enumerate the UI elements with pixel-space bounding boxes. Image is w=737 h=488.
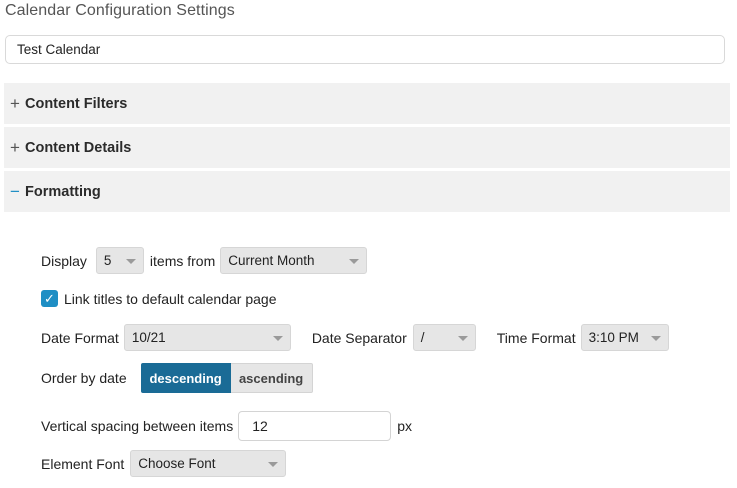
font-label: Element Font [41, 455, 125, 472]
date-separator-label: Date Separator [311, 329, 407, 346]
order-descending-button[interactable]: descending [140, 363, 231, 393]
section-content-details[interactable]: + Content Details [4, 127, 730, 168]
date-format-value: 10/21 [131, 330, 166, 345]
chevron-down-icon [125, 259, 136, 264]
order-row: Order by date descending ascending [41, 363, 313, 393]
display-count-value: 5 [103, 253, 112, 268]
chevron-down-icon [457, 336, 468, 341]
items-from-value: Current Month [228, 253, 315, 268]
items-from-label: items from [149, 252, 216, 269]
section-formatting[interactable]: − Formatting [4, 171, 730, 212]
date-format-label: Date Format [41, 329, 119, 346]
calendar-name-input[interactable] [5, 35, 725, 64]
chevron-down-icon [349, 259, 360, 264]
page-title: Calendar Configuration Settings [5, 2, 235, 19]
link-titles-label: Link titles to default calendar page [64, 290, 277, 307]
checkmark-icon: ✓ [44, 290, 55, 306]
date-separator-value: / [420, 330, 425, 345]
display-label: Display [41, 252, 87, 269]
element-font-select[interactable]: Choose Font [130, 450, 287, 477]
chevron-down-icon [650, 336, 661, 341]
link-titles-checkbox[interactable]: ✓ [41, 290, 58, 307]
display-count-select[interactable]: 5 [95, 247, 144, 274]
expand-plus-icon: + [10, 94, 20, 113]
font-row: Element Font Choose Font [41, 450, 287, 477]
element-font-value: Choose Font [138, 456, 216, 471]
collapse-minus-icon: − [10, 182, 20, 201]
expand-plus-icon: + [10, 138, 20, 157]
date-format-select[interactable]: 10/21 [123, 324, 291, 351]
time-format-value: 3:10 PM [588, 330, 639, 345]
date-separator-select[interactable]: / [412, 324, 476, 351]
chevron-down-icon [268, 462, 279, 467]
time-format-label: Time Format [496, 329, 576, 346]
order-label: Order by date [41, 370, 127, 386]
spacing-input[interactable] [238, 411, 392, 441]
link-titles-row: ✓ Link titles to default calendar page [41, 290, 276, 307]
section-label: Formatting [25, 183, 101, 200]
date-format-row: Date Format 10/21 Date Separator / Time … [41, 324, 669, 351]
section-label: Content Filters [25, 95, 128, 112]
order-ascending-button[interactable]: ascending [230, 363, 313, 393]
order-toggle-group: descending ascending [140, 363, 313, 393]
display-row: Display 5 items from Current Month [41, 247, 368, 274]
spacing-row: Vertical spacing between items px [41, 411, 412, 441]
spacing-unit-label: px [397, 418, 413, 434]
chevron-down-icon [272, 336, 283, 341]
items-from-select[interactable]: Current Month [220, 247, 368, 274]
spacing-label: Vertical spacing between items [41, 418, 234, 434]
time-format-select[interactable]: 3:10 PM [580, 324, 669, 351]
section-content-filters[interactable]: + Content Filters [4, 83, 730, 124]
section-label: Content Details [25, 139, 132, 156]
